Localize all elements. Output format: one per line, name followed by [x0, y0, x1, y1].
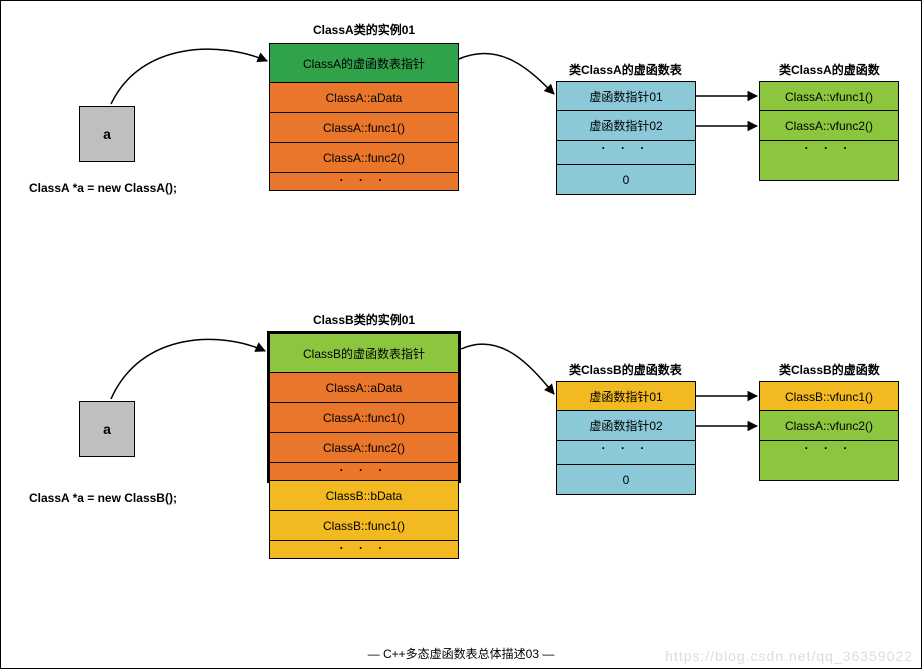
vtable-b: 虚函数指针01 虚函数指针02 · · · 0	[556, 381, 696, 495]
vfB-dots: · · ·	[759, 441, 899, 481]
vtB-1: 虚函数指针02	[556, 411, 696, 441]
vtB-dots: · · ·	[556, 441, 696, 465]
vfA-dots: · · ·	[759, 141, 899, 181]
title-vtB: 类ClassB的虚函数表	[569, 361, 682, 378]
inst-b-dots1: · · ·	[269, 463, 459, 481]
vtA-0: 虚函数指针01	[556, 81, 696, 111]
arrow-a-to-instB	[111, 339, 265, 399]
diagram-canvas: a ClassA *a = new ClassA(); ClassA类的实例01…	[0, 0, 922, 669]
title-vfA: 类ClassA的虚函数	[779, 61, 880, 78]
title-instB: ClassB类的实例01	[313, 311, 415, 328]
inst-a-vptr: ClassA的虚函数表指针	[269, 43, 459, 83]
pointer-decl-a: ClassA *a = new ClassA();	[29, 181, 177, 195]
pointer-label-b: a	[103, 421, 111, 437]
vfB-0: ClassB::vfunc1()	[759, 381, 899, 411]
arrow-a-to-instA	[111, 49, 267, 104]
inst-b-func2: ClassA::func2()	[269, 433, 459, 463]
vfuncs-a: ClassA::vfunc1() ClassA::vfunc2() · · ·	[759, 81, 899, 181]
vtB-0: 虚函数指针01	[556, 381, 696, 411]
watermark: https://blog.csdn.net/qq_36359022	[665, 648, 913, 664]
pointer-label: a	[103, 126, 111, 142]
vfB-1: ClassA::vfunc2()	[759, 411, 899, 441]
vtB-end: 0	[556, 465, 696, 495]
inst-a-func2: ClassA::func2()	[269, 143, 459, 173]
arrow-vptrB-to-vtB	[461, 344, 554, 394]
arrow-vptrA-to-vtA	[459, 53, 554, 94]
pointer-box-a: a	[79, 106, 135, 162]
inst-b-func1: ClassA::func1()	[269, 403, 459, 433]
inst-b-bdata: ClassB::bData	[269, 481, 459, 511]
vtA-1: 虚函数指针02	[556, 111, 696, 141]
title-vtA: 类ClassA的虚函数表	[569, 61, 682, 78]
inst-b-dots2: · · ·	[269, 541, 459, 559]
inst-b-adata: ClassA::aData	[269, 373, 459, 403]
inst-a-dots: · · ·	[269, 173, 459, 191]
inst-b-bfunc1: ClassB::func1()	[269, 511, 459, 541]
title-instA: ClassA类的实例01	[313, 21, 415, 38]
pointer-box-b: a	[79, 401, 135, 457]
vtable-a: 虚函数指针01 虚函数指针02 · · · 0	[556, 81, 696, 195]
vfuncs-b: ClassB::vfunc1() ClassA::vfunc2() · · ·	[759, 381, 899, 481]
inst-a-stack: ClassA的虚函数表指针 ClassA::aData ClassA::func…	[269, 43, 459, 191]
vfA-1: ClassA::vfunc2()	[759, 111, 899, 141]
vtA-end: 0	[556, 165, 696, 195]
pointer-decl-b: ClassA *a = new ClassB();	[29, 491, 177, 505]
inst-a-adata: ClassA::aData	[269, 83, 459, 113]
vtA-dots: · · ·	[556, 141, 696, 165]
title-vfB: 类ClassB的虚函数	[779, 361, 880, 378]
inst-b-vptr: ClassB的虚函数表指针	[269, 333, 459, 373]
inst-a-func1: ClassA::func1()	[269, 113, 459, 143]
vfA-0: ClassA::vfunc1()	[759, 81, 899, 111]
inst-b-stack: ClassB的虚函数表指针 ClassA::aData ClassA::func…	[269, 333, 459, 559]
